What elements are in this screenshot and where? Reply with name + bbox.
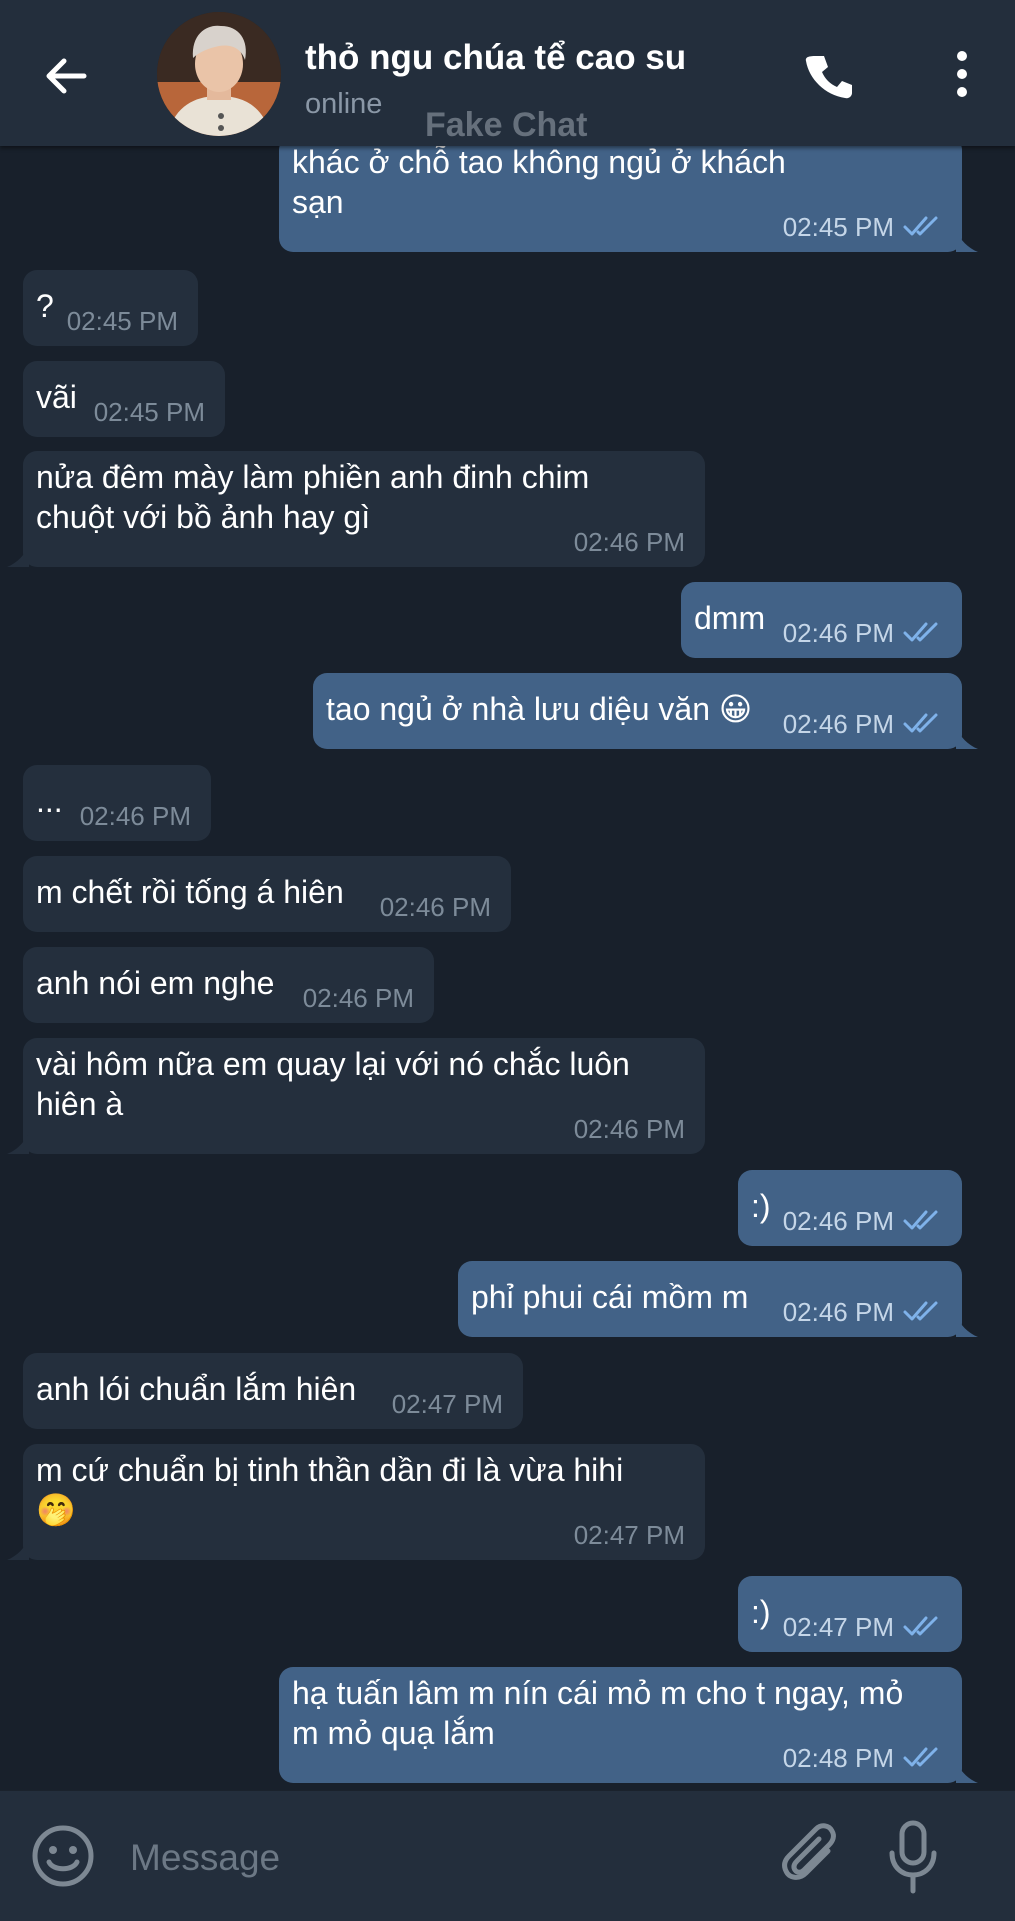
bubble-tail <box>7 1132 29 1154</box>
message-input[interactable] <box>128 1827 732 1889</box>
message-text: 🤭 <box>36 1492 76 1528</box>
message-text: phỉ phui cái mồm m <box>471 1279 749 1315</box>
message-text: m chết rồi tống á hiên <box>36 874 344 910</box>
bubble-tail <box>956 1315 978 1337</box>
incoming-message-bubble[interactable]: vãi 02:45 PM <box>23 361 225 437</box>
message-text: khác ở chỗ tao không ngủ ở khách <box>292 146 786 180</box>
emoji-icon[interactable] <box>30 1823 96 1889</box>
incoming-message-bubble[interactable]: ... 02:46 PM <box>23 765 211 841</box>
message-list[interactable]: khác ở chỗ tao không ngủ ở khách sạn 02:45… <box>0 146 1015 1790</box>
incoming-message-bubble[interactable]: vài hôm nữa em quay lại với nó chắc luôn… <box>7 1038 705 1154</box>
message-text: tao ngủ ở nhà lưu diệu văn 😀 <box>326 691 753 727</box>
message-timestamp: 02:46 PM <box>79 801 191 831</box>
microphone-icon[interactable] <box>885 1819 941 1895</box>
message-text: anh lói chuẩn lắm hiên <box>36 1371 357 1407</box>
message-timestamp: 02:45 PM <box>782 212 894 242</box>
incoming-message-bubble[interactable]: anh nói em nghe 02:46 PM <box>23 947 434 1023</box>
message-text: ... <box>36 783 63 819</box>
read-receipt-icon <box>903 1747 938 1767</box>
incoming-message-bubble[interactable]: nửa đêm mày làm phiền anh đinh chim chuột… <box>7 451 705 567</box>
read-receipt-icon <box>903 622 938 642</box>
message-timestamp: 02:45 PM <box>93 397 205 427</box>
message-timestamp: 02:46 PM <box>302 983 414 1013</box>
message-text: vài hôm nữa em quay lại với nó chắc luôn <box>36 1046 630 1082</box>
message-text: hạ tuấn lâm m nín cái mỏ m cho t ngay, m… <box>292 1675 904 1711</box>
message-text: m cứ chuẩn bị tinh thần dần đi là vừa hi… <box>36 1452 624 1488</box>
read-receipt-icon <box>903 1210 938 1230</box>
back-arrow-icon[interactable] <box>38 48 94 104</box>
message-text: sạn <box>292 184 344 220</box>
message-timestamp: 02:46 PM <box>782 1297 894 1327</box>
message-text: nửa đêm mày làm phiền anh đinh chim <box>36 459 590 495</box>
avatar[interactable] <box>157 12 281 136</box>
bubble-tail <box>956 230 978 252</box>
bubble-tail <box>7 545 29 567</box>
message-timestamp: 02:46 PM <box>782 1206 894 1236</box>
message-text: :) <box>751 1188 771 1224</box>
read-receipt-icon <box>903 1301 938 1321</box>
bubble-tail <box>7 1538 29 1560</box>
bubble-tail <box>956 727 978 749</box>
message-timestamp: 02:46 PM <box>573 1114 685 1144</box>
incoming-message-bubble[interactable]: ? 02:45 PM <box>23 270 198 346</box>
outgoing-message-bubble[interactable]: :) 02:47 PM <box>738 1576 962 1652</box>
avatar-image <box>157 12 281 136</box>
message-timestamp: 02:46 PM <box>782 709 894 739</box>
outgoing-message-bubble[interactable]: phỉ phui cái mồm m 02:46 PM <box>458 1261 978 1337</box>
bubble-tail <box>956 1761 978 1783</box>
message-text: chuột với bồ ảnh hay gì <box>36 499 371 535</box>
message-text: vãi <box>36 379 77 415</box>
incoming-message-bubble[interactable]: m cứ chuẩn bị tinh thần dần đi là vừa hi… <box>7 1444 705 1560</box>
more-vertical-icon[interactable] <box>950 50 974 98</box>
message-text: ? <box>36 288 54 324</box>
message-timestamp: 02:45 PM <box>66 306 178 336</box>
message-timestamp: 02:46 PM <box>573 527 685 557</box>
message-composer <box>0 1790 1015 1921</box>
message-timestamp: 02:47 PM <box>782 1612 894 1642</box>
message-text: anh nói em nghe <box>36 965 275 1001</box>
online-status: online <box>305 88 383 120</box>
message-timestamp: 02:47 PM <box>391 1389 503 1419</box>
message-timestamp: 02:46 PM <box>782 618 894 648</box>
read-receipt-icon <box>903 1616 938 1636</box>
read-receipt-icon <box>903 216 938 236</box>
phone-icon[interactable] <box>800 48 856 104</box>
outgoing-message-bubble[interactable]: khác ở chỗ tao không ngủ ở khách sạn 02:45… <box>279 146 978 252</box>
chat-title[interactable]: thỏ ngu chúa tể cao su <box>305 38 686 78</box>
chat-header: thỏ ngu chúa tể cao su online Fake Chat <box>0 0 1015 146</box>
message-text: m mỏ quạ lắm <box>292 1715 495 1751</box>
message-timestamp: 02:48 PM <box>782 1743 894 1773</box>
message-text: :) <box>751 1594 771 1630</box>
outgoing-message-bubble[interactable]: :) 02:46 PM <box>738 1170 962 1246</box>
read-receipt-icon <box>903 713 938 733</box>
message-text: dmm <box>694 600 766 636</box>
outgoing-message-bubble[interactable]: hạ tuấn lâm m nín cái mỏ m cho t ngay, m… <box>279 1667 978 1783</box>
message-timestamp: 02:46 PM <box>379 892 491 922</box>
outgoing-message-bubble[interactable]: dmm 02:46 PM <box>681 582 962 658</box>
message-text: hiên à <box>36 1086 124 1122</box>
message-timestamp: 02:47 PM <box>573 1520 685 1550</box>
incoming-message-bubble[interactable]: m chết rồi tống á hiên 02:46 PM <box>23 856 511 932</box>
paperclip-icon[interactable] <box>776 1821 846 1891</box>
outgoing-message-bubble[interactable]: tao ngủ ở nhà lưu diệu văn 😀 02:46 PM <box>313 673 978 749</box>
watermark-text: Fake Chat <box>425 106 588 144</box>
incoming-message-bubble[interactable]: anh lói chuẩn lắm hiên 02:47 PM <box>23 1353 523 1429</box>
